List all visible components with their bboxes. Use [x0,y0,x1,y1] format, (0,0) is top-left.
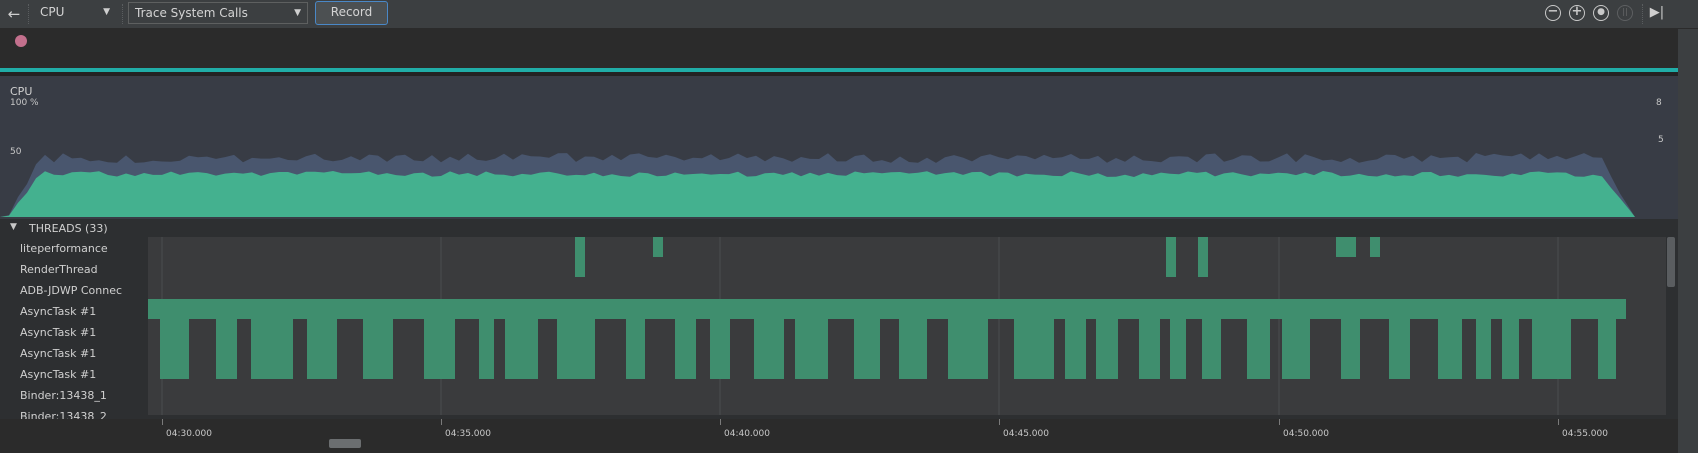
thread-running-segment [557,317,595,379]
jump-to-live-icon[interactable]: ▶| [1648,4,1666,22]
thread-running-segment [854,317,880,379]
thread-running-segment [1202,317,1221,379]
y-axis-label-max: 100 % [10,98,39,108]
toolbar-separator [1642,4,1643,24]
thread-running-segment [1282,317,1310,379]
time-label: 04:50.000 [1283,429,1329,439]
profiler-select[interactable]: CPU ▼ [34,2,116,24]
thread-running-segment [1438,317,1462,379]
thread-running-segment [1336,237,1356,257]
thread-name[interactable]: AsyncTask #1 [20,305,96,318]
thread-running-segment [148,299,1626,319]
pause-icon[interactable]: || [1617,5,1633,21]
time-axis[interactable]: 04:30.000 04:35.000 04:40.000 04:45.000 … [0,419,1678,453]
thread-name[interactable]: liteperformance [20,242,108,255]
trace-config-select[interactable]: Trace System Calls ▼ [128,2,308,24]
time-label: 04:40.000 [724,429,770,439]
time-tick [441,419,442,425]
chevron-down-icon: ▼ [294,8,301,18]
toolbar-separator [28,4,29,24]
thread-running-segment [251,317,293,379]
thread-running-segment [795,317,828,379]
thread-name[interactable]: ADB-JDWP Connec [20,284,122,297]
event-timeline[interactable] [0,29,1678,67]
horizontal-scrollbar[interactable] [329,439,361,448]
time-label: 04:30.000 [166,429,212,439]
time-label: 04:35.000 [445,429,491,439]
threads-panel: ▼ THREADS (33) liteperformance RenderThr… [0,219,1678,423]
profiler-toolbar: ← CPU ▼ Trace System Calls ▼ Record − + … [0,0,1698,29]
thread-name[interactable]: AsyncTask #1 [20,347,96,360]
thread-running-segment [216,317,237,379]
time-tick [720,419,721,425]
thread-running-segment [899,317,927,379]
thread-running-segment [1014,317,1054,379]
thread-running-segment [1502,317,1519,379]
time-tick [1279,419,1280,425]
thread-running-segment [1170,317,1186,379]
thread-running-segment [160,317,189,379]
profiler-select-value: CPU [40,5,65,19]
zoom-in-icon[interactable]: + [1569,5,1585,21]
thread-running-segment [1532,317,1571,379]
thread-running-segment [575,237,585,277]
thread-running-segment [675,317,696,379]
toolbar-separator [122,4,123,24]
time-label: 04:45.000 [1003,429,1049,439]
thread-running-segment [1476,317,1491,379]
cpu-chart-title: CPU [10,85,33,98]
threads-header[interactable]: ▼ THREADS (33) [0,219,1678,237]
thread-running-segment [1166,237,1176,277]
trace-config-value: Trace System Calls [135,6,248,20]
thread-state-graph [148,237,1626,415]
thread-running-segment [1247,317,1270,379]
cpu-usage-chart[interactable]: CPU 100 % 50 8 5 [0,76,1678,219]
thread-running-segment [1341,317,1360,379]
thread-running-segment [505,317,538,379]
thread-name[interactable]: Binder:13438_1 [20,389,107,402]
thread-running-segment [1598,317,1616,379]
time-tick [1558,419,1559,425]
thread-running-segment [424,317,455,379]
thread-running-segment [1389,317,1410,379]
time-tick [162,419,163,425]
arrow-left-icon[interactable]: ← [4,4,24,24]
thread-list: liteperformance RenderThread ADB-JDWP Co… [0,237,148,423]
thread-running-segment [1370,237,1380,257]
threads-title: THREADS (33) [29,222,108,235]
thread-count-axis-max: 8 [1656,98,1662,108]
thread-running-segment [710,317,730,379]
y-axis-label-mid: 50 [10,147,22,157]
zoom-out-icon[interactable]: − [1545,5,1561,21]
thread-running-segment [1139,317,1160,379]
thread-count-axis-mid: 5 [1658,135,1664,145]
thread-running-segment [948,317,988,379]
right-panel-strip [1678,29,1698,453]
event-marker[interactable] [15,35,27,47]
thread-name[interactable]: AsyncTask #1 [20,368,96,381]
thread-running-segment [1198,237,1208,277]
reset-zoom-icon[interactable]: ● [1593,5,1609,21]
thread-running-segment [626,317,645,379]
chevron-down-icon: ▼ [103,7,110,17]
record-button[interactable]: Record [315,1,388,25]
thread-running-segment [653,237,663,257]
thread-running-segment [1065,317,1086,379]
time-label: 04:55.000 [1562,429,1608,439]
collapse-caret-icon[interactable]: ▼ [10,222,17,232]
thread-state-lanes[interactable] [148,237,1666,415]
thread-running-segment [1096,317,1118,379]
thread-running-segment [754,317,784,379]
app-cpu-usage-area [0,171,1635,217]
thread-name[interactable]: RenderThread [20,263,98,276]
thread-name[interactable]: AsyncTask #1 [20,326,96,339]
thread-running-segment [363,317,393,379]
cpu-usage-graph [0,153,1635,217]
thread-running-segment [479,317,494,379]
thread-running-segment [307,317,337,379]
vertical-scrollbar[interactable] [1667,237,1675,287]
time-tick [999,419,1000,425]
